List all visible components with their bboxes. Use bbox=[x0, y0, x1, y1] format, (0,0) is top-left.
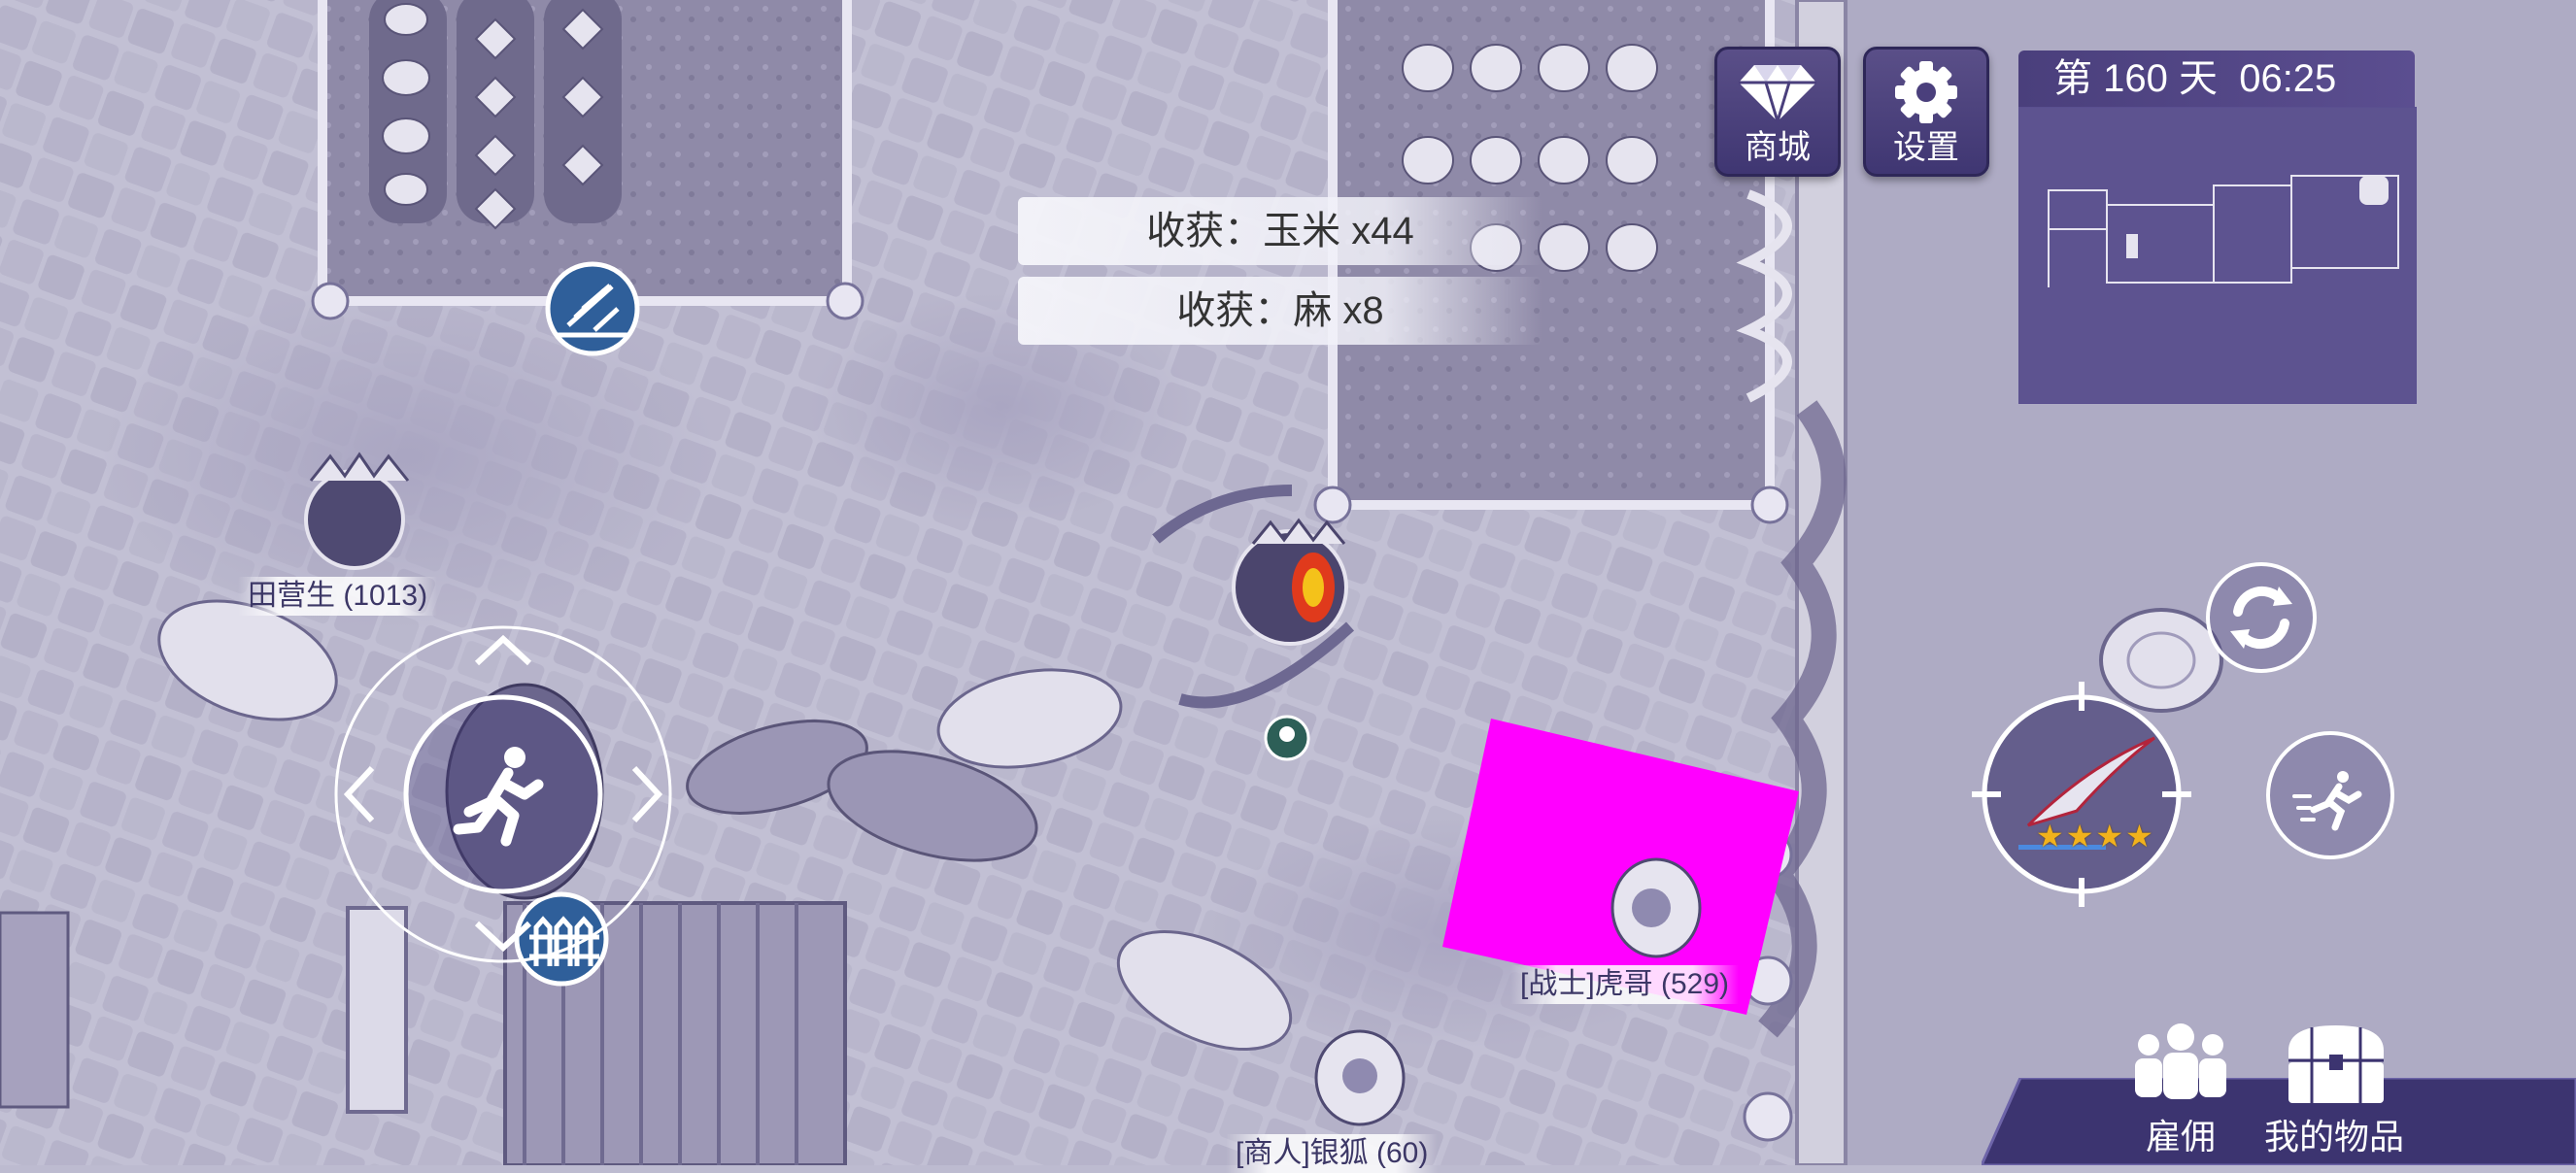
my-items-label: 我的物品 bbox=[2263, 1117, 2404, 1156]
notification-text: 收获：玉米 x44 bbox=[1146, 210, 1414, 252]
npc-merchant[interactable] bbox=[1314, 1029, 1406, 1126]
npc-name-text: 田营生 (1013) bbox=[248, 580, 428, 612]
day-time-display: 第 160 天 06:25 bbox=[2018, 50, 2415, 107]
harvest-notification: 收获：麻 x8 bbox=[1018, 277, 1542, 345]
chest-icon bbox=[2288, 1025, 2384, 1103]
settings-button[interactable]: 设置 bbox=[1863, 47, 1989, 177]
weapon-stars: ★★★★ bbox=[2036, 818, 2155, 854]
attack-button[interactable]: ★★★★ bbox=[1970, 680, 2193, 909]
player-status-icon bbox=[1264, 715, 1310, 761]
settings-label: 设置 bbox=[1893, 129, 1959, 166]
star-icon: ★ bbox=[2036, 819, 2066, 854]
star-icon: ★ bbox=[2125, 819, 2155, 854]
swap-weapon-button[interactable] bbox=[2205, 561, 2318, 674]
star-icon: ★ bbox=[2095, 819, 2126, 854]
clock-time: 06:25 bbox=[2239, 57, 2337, 100]
running-man-icon bbox=[453, 747, 544, 847]
harvest-notification: 收获：玉米 x44 bbox=[1018, 197, 1542, 265]
joystick-down-arrow bbox=[474, 921, 532, 953]
shop-label: 商城 bbox=[1745, 129, 1811, 166]
pitchfork-icon[interactable] bbox=[545, 261, 640, 356]
shop-button[interactable]: 商城 bbox=[1714, 47, 1841, 177]
movement-joystick[interactable] bbox=[333, 624, 673, 964]
warrior-name-text: [战士]虎哥 (529) bbox=[1520, 968, 1730, 1000]
hire-button[interactable]: 雇佣 bbox=[2118, 1020, 2244, 1156]
joystick-right-arrow bbox=[631, 765, 663, 823]
minimap-layout bbox=[2048, 175, 2399, 287]
joystick-left-arrow bbox=[343, 765, 375, 823]
sprint-button[interactable] bbox=[2265, 730, 2395, 860]
warrior-name-tag: [战士]虎哥 (529) bbox=[1510, 965, 1740, 1004]
day-counter: 第 160 天 bbox=[2053, 57, 2218, 100]
npc-farmer[interactable] bbox=[304, 452, 410, 570]
minimap[interactable] bbox=[2018, 107, 2417, 404]
joystick-up-arrow bbox=[474, 634, 532, 666]
star-icon: ★ bbox=[2065, 819, 2096, 854]
hire-label: 雇佣 bbox=[2145, 1117, 2216, 1156]
notification-text: 收获：麻 x8 bbox=[1176, 289, 1384, 332]
diamond-icon bbox=[1739, 65, 1816, 125]
my-items-button[interactable]: 我的物品 bbox=[2252, 1020, 2417, 1156]
npc-name-tag: 田营生 (1013) bbox=[238, 577, 438, 616]
people-icon bbox=[2135, 1023, 2226, 1099]
merchant-name-text: [商人]银狐 (60) bbox=[1236, 1137, 1429, 1169]
merchant-name-tag: [商人]银狐 (60) bbox=[1226, 1134, 1439, 1173]
gear-icon bbox=[1895, 61, 1957, 123]
